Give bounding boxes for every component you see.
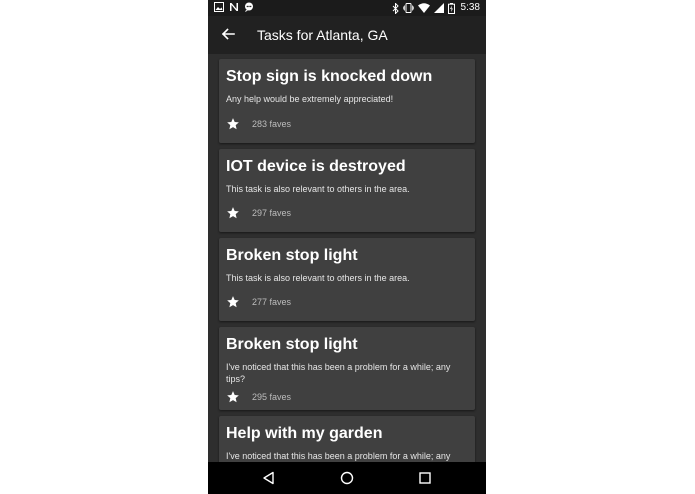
fave-count: 283 faves <box>252 119 292 129</box>
task-description: This task is also relevant to others in … <box>226 184 410 194</box>
fave-row: 277 faves <box>226 294 291 310</box>
battery-icon <box>447 2 455 14</box>
task-title: Help with my garden <box>226 425 383 442</box>
star-icon[interactable] <box>226 117 240 131</box>
fave-row: 295 faves <box>226 389 291 405</box>
task-list[interactable]: Stop sign is knocked down Any help would… <box>208 54 486 462</box>
star-icon[interactable] <box>226 295 240 309</box>
task-description: I've noticed that this has been a proble… <box>226 362 451 384</box>
recents-square-icon[interactable] <box>417 470 433 486</box>
image-icon <box>214 2 224 12</box>
n-app-icon <box>230 3 238 11</box>
task-title: Broken stop light <box>226 336 358 353</box>
home-circle-icon[interactable] <box>339 470 355 486</box>
status-time: 5:38 <box>460 2 480 13</box>
system-icons: 5:38 <box>392 2 480 14</box>
bluetooth-icon <box>392 2 399 14</box>
fave-count: 277 faves <box>252 297 292 307</box>
task-card[interactable]: Stop sign is knocked down Any help would… <box>219 59 475 143</box>
chat-icon <box>245 2 253 12</box>
task-title: Stop sign is knocked down <box>226 68 433 85</box>
signal-icon <box>433 3 444 13</box>
task-title: IOT device is destroyed <box>226 158 406 175</box>
phone-screen: 5:38 Tasks for Atlanta, GA Stop sign is … <box>208 0 486 494</box>
star-icon[interactable] <box>226 390 240 404</box>
task-description: Any help would be extremely appreciated! <box>226 94 394 104</box>
task-card[interactable]: Broken stop light I've noticed that this… <box>219 327 475 410</box>
wifi-icon <box>417 3 430 13</box>
fave-row: 297 faves <box>226 205 291 221</box>
task-card[interactable]: Broken stop light This task is also rele… <box>219 238 475 321</box>
fave-count: 297 faves <box>252 208 292 218</box>
task-description: I've noticed that this has been a proble… <box>226 451 451 461</box>
task-card[interactable]: IOT device is destroyed This task is als… <box>219 149 475 232</box>
fave-row: 283 faves <box>226 116 291 132</box>
task-description: This task is also relevant to others in … <box>226 273 410 283</box>
fave-count: 295 faves <box>252 392 292 402</box>
back-triangle-icon[interactable] <box>261 470 277 486</box>
notification-icons <box>214 2 254 12</box>
vibrate-icon <box>402 3 414 13</box>
star-icon[interactable] <box>226 206 240 220</box>
arrow-left-icon[interactable] <box>220 26 236 42</box>
page-title: Tasks for Atlanta, GA <box>257 27 388 43</box>
app-bar: Tasks for Atlanta, GA <box>208 16 486 54</box>
task-title: Broken stop light <box>226 247 358 264</box>
navigation-bar <box>208 462 486 494</box>
task-card[interactable]: Help with my garden I've noticed that th… <box>219 416 475 462</box>
status-bar: 5:38 <box>208 0 486 16</box>
